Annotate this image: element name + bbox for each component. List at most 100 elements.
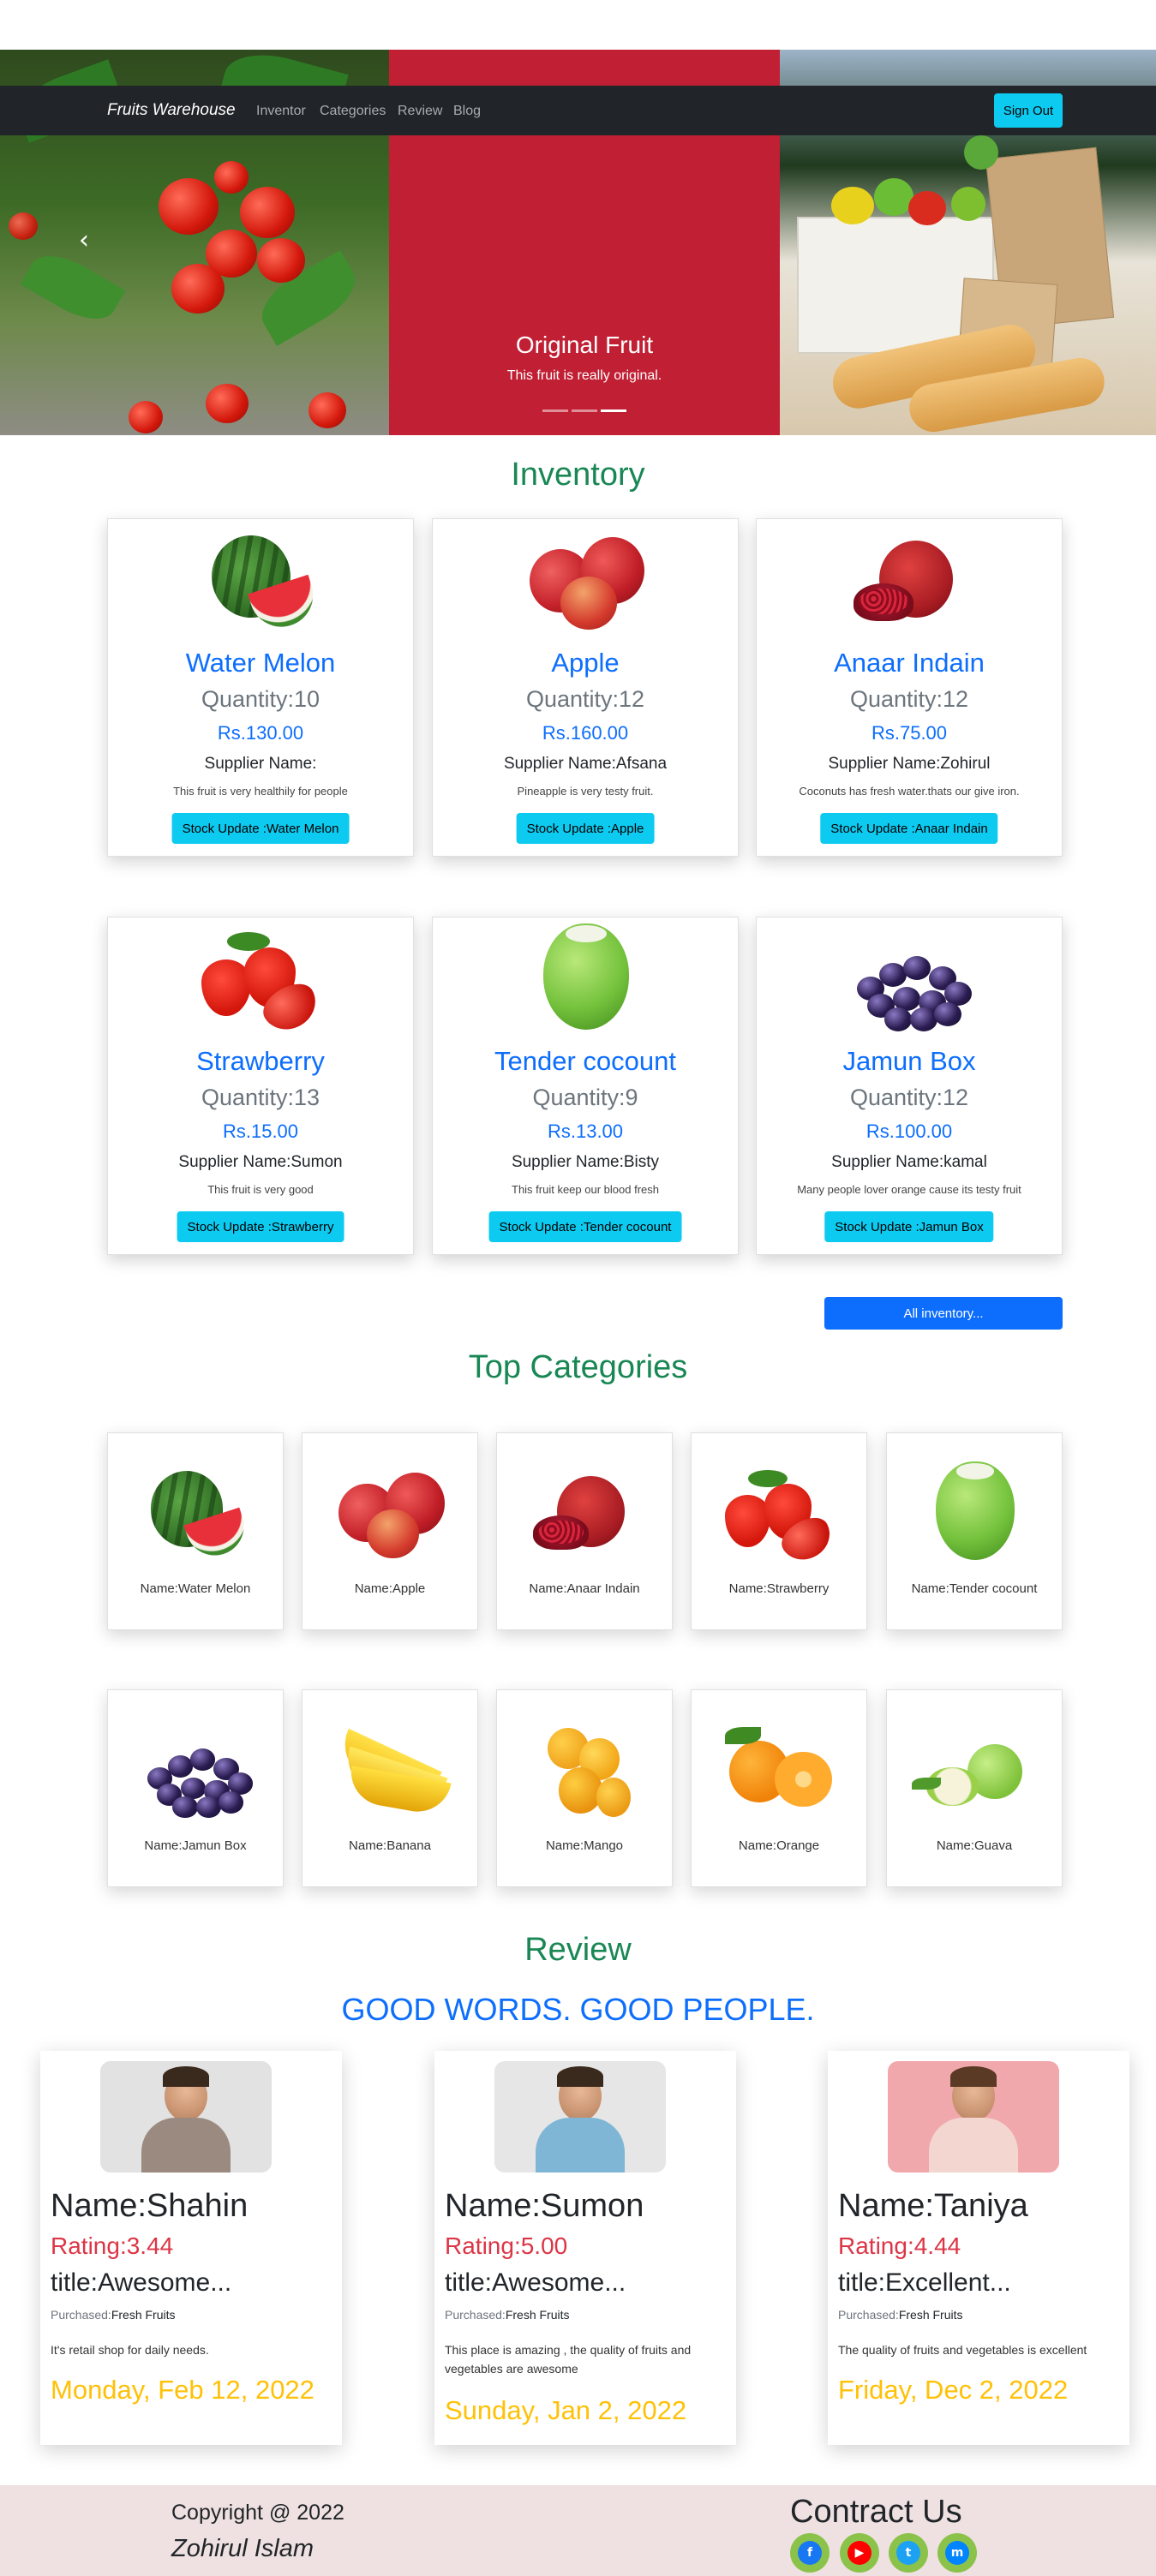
category-card[interactable]: Name:Guava (886, 1689, 1063, 1887)
fruit-price: Rs.130.00 (217, 722, 304, 744)
purchased-info: Purchased:Fresh Fruits (51, 2308, 176, 2322)
purchased-value: Fresh Fruits (111, 2308, 176, 2322)
category-card[interactable]: Name:Orange (691, 1689, 867, 1887)
inventory-card: Strawberry Quantity:13 Rs.15.00 Supplier… (107, 917, 414, 1255)
fruit-quantity: Quantity:10 (201, 686, 320, 712)
purchased-info: Purchased:Fresh Fruits (838, 2308, 963, 2322)
carousel-indicator-3[interactable] (601, 409, 626, 412)
fruit-description: This fruit is very good (207, 1183, 314, 1196)
messenger-icon-glyph: m (945, 2541, 969, 2565)
brand-link[interactable]: Fruits Warehouse (107, 101, 236, 120)
watermelon-icon (108, 519, 415, 639)
fruit-price: Rs.160.00 (542, 722, 629, 744)
category-card[interactable]: Name:Water Melon (107, 1432, 284, 1630)
supplier-name: Supplier Name:Sumon (178, 1153, 343, 1171)
reviewer-rating: Rating:5.00 (445, 2232, 568, 2259)
hero-caption-title: Original Fruit (515, 332, 654, 358)
category-card[interactable]: Name:Apple (302, 1432, 478, 1630)
category-card[interactable]: Name:Mango (496, 1689, 673, 1887)
review-card: Name:Taniya Rating:4.44 title:Excellent.… (828, 2051, 1129, 2445)
watermelon-icon (108, 1433, 285, 1570)
reviewer-avatar (888, 2061, 1059, 2173)
nav-link-inventor[interactable]: Inventor (256, 104, 306, 119)
facebook-icon-glyph: f (798, 2541, 822, 2565)
apple-icon (302, 1433, 479, 1570)
nav-link-blog[interactable]: Blog (453, 104, 481, 119)
purchased-value: Fresh Fruits (505, 2308, 570, 2322)
fruit-quantity: Quantity:9 (532, 1085, 638, 1110)
fruit-quantity: Quantity:12 (849, 1085, 969, 1110)
stock-update-button[interactable]: Stock Update :Anaar Indain (820, 813, 998, 844)
fruit-price: Rs.15.00 (222, 1121, 299, 1142)
category-card[interactable]: Name:Tender cocount (886, 1432, 1063, 1630)
carousel-indicator-2[interactable] (572, 409, 597, 412)
author-name: Zohirul Islam (171, 2535, 314, 2562)
twitter-icon-glyph: t (896, 2541, 920, 2565)
review-card: Name:Shahin Rating:3.44 title:Awesome...… (40, 2051, 342, 2445)
category-card[interactable]: Name:Strawberry (691, 1432, 867, 1630)
fruit-price: Rs.100.00 (866, 1121, 953, 1142)
category-card[interactable]: Name:Jamun Box (107, 1689, 284, 1887)
footer: Copyright @ 2022 Zohirul Islam Contract … (0, 2485, 1156, 2576)
twitter-icon[interactable]: t (889, 2533, 928, 2573)
categories-title: Top Categories (468, 1349, 688, 1385)
category-name: Name:Guava (936, 1838, 1013, 1853)
orange-icon (692, 1690, 868, 1827)
carousel-prev-icon[interactable]: ‹ (79, 225, 89, 255)
stock-update-button[interactable]: Stock Update :Jamun Box (824, 1211, 994, 1242)
messenger-icon[interactable]: m (937, 2533, 977, 2573)
stock-update-button[interactable]: Stock Update :Tender cocount (488, 1211, 682, 1242)
category-card[interactable]: Name:Anaar Indain (496, 1432, 673, 1630)
guava-icon (887, 1690, 1063, 1827)
hero-caption-text: This fruit is really original. (506, 368, 662, 383)
purchased-info: Purchased:Fresh Fruits (445, 2308, 570, 2322)
category-name: Name:Banana (349, 1838, 431, 1853)
fruit-quantity: Quantity:13 (201, 1085, 320, 1110)
pomegranate-icon (757, 519, 1063, 639)
coconut-icon (433, 917, 740, 1037)
pomegranate-icon (497, 1433, 674, 1570)
fruit-description: Many people lover orange cause its testy… (797, 1183, 1021, 1196)
strawberry-icon (108, 917, 415, 1039)
carousel-indicator-1[interactable] (542, 409, 568, 412)
inventory-card: Anaar Indain Quantity:12 Rs.75.00 Suppli… (756, 518, 1063, 857)
supplier-name: Supplier Name:Zohirul (828, 755, 991, 773)
category-name: Name:Water Melon (140, 1581, 251, 1596)
purchased-label: Purchased: (445, 2308, 506, 2322)
review-title-text: title:Awesome... (445, 2268, 626, 2297)
reviewer-rating: Rating:3.44 (51, 2232, 174, 2259)
category-name: Name:Orange (738, 1838, 820, 1853)
reviewer-name: Name:Sumon (445, 2188, 644, 2224)
sign-out-button[interactable]: Sign Out (994, 93, 1063, 128)
fruit-name: Water Melon (185, 648, 336, 678)
facebook-icon[interactable]: f (790, 2533, 830, 2573)
nav-link-categories[interactable]: Categories (320, 104, 386, 119)
stock-update-button[interactable]: Stock Update :Apple (516, 813, 655, 844)
review-body: The quality of fruits and vegetables is … (838, 2343, 1087, 2357)
review-date: Friday, Dec 2, 2022 (838, 2375, 1069, 2405)
fruit-name: Strawberry (196, 1046, 325, 1076)
banana-icon (302, 1690, 479, 1827)
nav-link-review[interactable]: Review (398, 104, 442, 119)
fruit-name: Anaar Indain (834, 648, 985, 678)
navbar: Fruits Warehouse Inventor Categories Rev… (0, 86, 1156, 135)
category-card[interactable]: Name:Banana (302, 1689, 478, 1887)
stock-update-button[interactable]: Stock Update :Strawberry (177, 1211, 344, 1242)
fruit-quantity: Quantity:12 (849, 686, 969, 712)
jamun-icon (108, 1690, 285, 1827)
youtube-icon[interactable]: ▶ (840, 2533, 879, 2573)
reviewer-rating: Rating:4.44 (838, 2232, 961, 2259)
category-name: Name:Jamun Box (144, 1838, 247, 1853)
review-subtitle: GOOD WORDS. GOOD PEOPLE. (341, 1992, 815, 2027)
review-title-text: title:Excellent... (838, 2268, 1011, 2297)
review-title: Review (524, 1932, 632, 1968)
inventory-card: Tender cocount Quantity:9 Rs.13.00 Suppl… (432, 917, 739, 1255)
all-inventory-button[interactable]: All inventory... (824, 1297, 1063, 1330)
supplier-name: Supplier Name:kamal (831, 1153, 987, 1171)
fruit-price: Rs.13.00 (547, 1121, 624, 1142)
reviewer-avatar (100, 2061, 272, 2173)
category-name: Name:Mango (545, 1838, 624, 1853)
inventory-card: Water Melon Quantity:10 Rs.130.00 Suppli… (107, 518, 414, 857)
stock-update-button[interactable]: Stock Update :Water Melon (171, 813, 350, 844)
fruit-quantity: Quantity:12 (525, 686, 645, 712)
